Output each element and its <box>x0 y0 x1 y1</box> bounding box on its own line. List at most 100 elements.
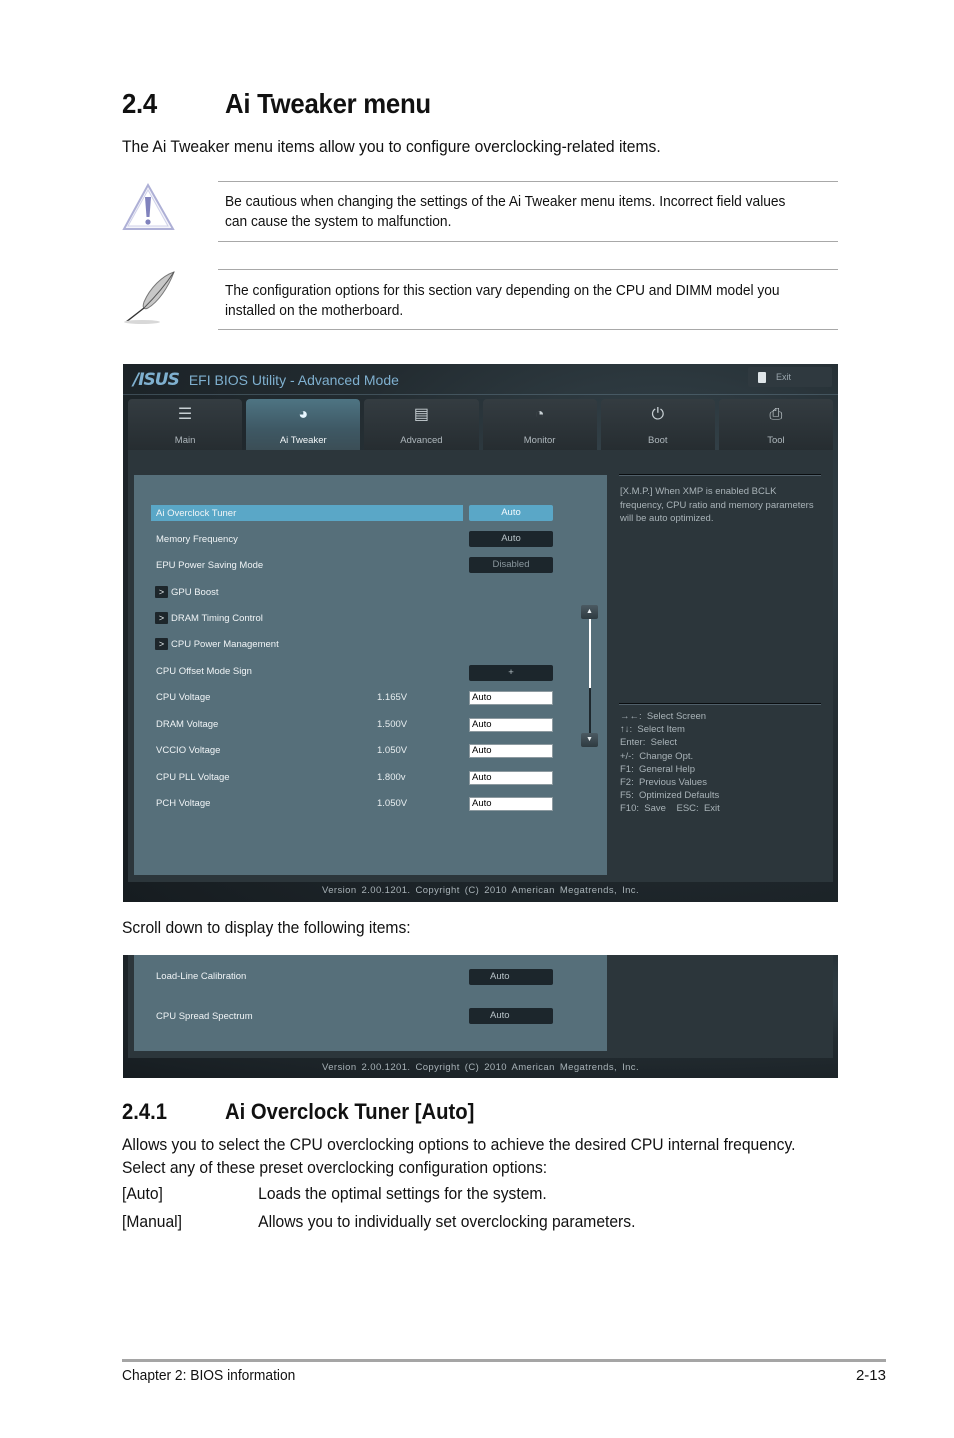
pch-voltage-input[interactable]: Auto <box>469 797 553 811</box>
tab-label: Boot <box>648 435 668 446</box>
bios-tab-bar: ☰ Main ◕ Ai Tweaker ▤ Advanced ◔ Monitor… <box>128 399 834 450</box>
scroll-down-button[interactable]: ▼ <box>581 733 598 747</box>
submenu-arrow-icon: > <box>155 612 168 624</box>
voltage-reading: 1.800v <box>377 771 406 783</box>
note-rule-bottom <box>218 241 838 242</box>
submenu-arrow-icon: > <box>155 586 168 598</box>
key-hint: ↑↓: Select Item <box>620 724 685 736</box>
info-note-text: The configuration options for this secti… <box>225 283 780 319</box>
submenu-arrow-icon: > <box>155 638 168 650</box>
option-description: Loads the optimal settings for the syste… <box>258 1184 547 1203</box>
item-label: CPU Power Management <box>171 638 279 650</box>
voltage-reading: 1.165V <box>377 691 408 703</box>
tool-icon: ⎙ <box>769 406 783 423</box>
cpu-spread-spectrum-value[interactable]: Auto <box>469 1008 553 1024</box>
footer-chapter: Chapter 2: BIOS information <box>122 1367 296 1384</box>
key-hint: F5: Optimized Defaults <box>620 790 720 802</box>
tab-monitor[interactable]: ◔ Monitor <box>482 399 597 450</box>
tab-label: Tool <box>767 435 785 446</box>
footer-rule <box>122 1359 886 1362</box>
voltage-reading: 1.500V <box>377 718 408 730</box>
item-label: CPU PLL Voltage <box>156 771 230 783</box>
bios-screenshot: /ISUS EFI BIOS Utility - Advanced Mode E… <box>123 364 838 902</box>
note-rule-top <box>218 181 838 182</box>
exit-door-icon <box>758 371 766 383</box>
help-divider <box>619 474 821 475</box>
scrollbar-thumb[interactable] <box>589 619 591 688</box>
option-row: [Auto] Loads the optimal settings for the… <box>122 1184 547 1204</box>
option-description: Allows you to individually set overclock… <box>258 1212 636 1231</box>
dram-voltage-input[interactable]: Auto <box>469 718 553 732</box>
voltage-reading: 1.050V <box>377 744 408 756</box>
key-hint: F1: General Help <box>620 763 695 775</box>
option-key: [Manual] <box>122 1212 182 1231</box>
item-label: Memory Frequency <box>156 533 238 545</box>
section-intro: The Ai Tweaker menu items allow you to c… <box>122 137 661 156</box>
note-rule-top <box>218 269 838 270</box>
item-label: CPU Offset Mode Sign <box>156 665 252 677</box>
tab-tool[interactable]: ⎙ Tool <box>718 399 834 450</box>
item-label: Ai Overclock Tuner <box>156 507 237 519</box>
item-cpu-power-management[interactable]: > CPU Power Management <box>151 636 561 652</box>
exit-button[interactable]: Exit <box>748 367 832 387</box>
item-dram-timing-control[interactable]: > DRAM Timing Control <box>151 610 561 626</box>
tab-advanced[interactable]: ▤ Advanced <box>364 399 479 450</box>
key-hint: →←: Select Screen <box>620 711 707 722</box>
tab-label: Main <box>174 435 196 446</box>
power-icon: ⏻ <box>651 406 665 423</box>
key-hint: +/-: Change Opt. <box>620 750 694 762</box>
cpu-voltage-input[interactable]: Auto <box>469 691 553 705</box>
tab-boot[interactable]: ⏻ Boot <box>600 399 715 450</box>
subsection-description: Allows you to select the CPU overclockin… <box>122 1135 796 1177</box>
bios-titlebar: /ISUS EFI BIOS Utility - Advanced Mode <box>133 369 399 391</box>
bios-title: EFI BIOS Utility - Advanced Mode <box>188 372 399 388</box>
bios-version-footer: Version 2.00.1201. Copyright (C) 2010 Am… <box>322 885 639 896</box>
warning-icon <box>122 182 176 237</box>
item-label: DRAM Voltage <box>156 718 219 730</box>
key-legend: →←: Select Screen ↑↓: Select Item Enter:… <box>620 710 820 816</box>
note-feather-icon <box>122 268 180 331</box>
cpu-pll-voltage-input[interactable]: Auto <box>469 771 553 785</box>
option-row: [Manual] Allows you to individually set o… <box>122 1212 635 1232</box>
item-label: EPU Power Saving Mode <box>156 559 264 571</box>
section-title: Ai Tweaker menu <box>225 88 431 119</box>
warning-note-text: Be cautious when changing the settings o… <box>225 194 786 230</box>
item-label: GPU Boost <box>171 586 219 598</box>
tab-main[interactable]: ☰ Main <box>128 399 243 450</box>
list-icon: ☰ <box>177 406 193 423</box>
item-label: CPU Spread Spectrum <box>156 1010 253 1022</box>
scroll-up-button[interactable]: ▲ <box>581 605 598 619</box>
help-text: [X.M.P.] When XMP is enabled BCLK freque… <box>620 486 814 524</box>
load-line-calibration-value[interactable]: Auto <box>469 969 553 985</box>
note-rule-bottom <box>218 329 838 330</box>
ai-overclock-tuner-value[interactable]: Auto <box>469 505 553 521</box>
item-label: DRAM Timing Control <box>171 612 263 624</box>
footer-page-number: 2-13 <box>855 1367 886 1384</box>
tab-ai-tweaker[interactable]: ◕ Ai Tweaker <box>246 399 361 450</box>
section-number: 2.4 <box>122 88 157 119</box>
vccio-voltage-input[interactable]: Auto <box>469 744 553 758</box>
titlebar-divider <box>123 394 838 395</box>
scroll-caption: Scroll down to display the following ite… <box>122 918 411 937</box>
cpu-offset-mode-sign-value[interactable]: + <box>469 665 553 681</box>
tab-label: Advanced <box>400 435 443 446</box>
key-hint: F2: Previous Values <box>620 777 707 789</box>
item-label: Load-Line Calibration <box>156 970 247 982</box>
settings-panel: Load-Line Calibration Auto CPU Spread Sp… <box>134 955 607 1051</box>
settings-panel: Ai Overclock Tuner Auto Memory Frequency… <box>134 475 607 875</box>
asus-logo: /ISUS <box>133 370 180 390</box>
item-gpu-boost[interactable]: > GPU Boost <box>151 584 561 600</box>
scrollbar-track[interactable] <box>589 688 591 734</box>
advanced-icon: ▤ <box>413 406 429 423</box>
subsection-number: 2.4.1 <box>122 1099 168 1124</box>
memory-frequency-value[interactable]: Auto <box>469 531 553 547</box>
bios-version-footer: Version 2.00.1201. Copyright (C) 2010 Am… <box>322 1062 639 1073</box>
section-heading: 2.4 Ai Tweaker menu <box>122 88 431 120</box>
item-label: PCH Voltage <box>156 797 211 809</box>
monitor-icon: ◔ <box>534 406 545 423</box>
item-label: VCCIO Voltage <box>156 744 221 756</box>
item-ai-overclock-tuner[interactable]: Ai Overclock Tuner <box>151 505 463 521</box>
ai-tweaker-icon: ◕ <box>298 406 309 423</box>
epu-power-saving-value[interactable]: Disabled <box>469 557 553 573</box>
bios-screenshot-scrolled: Load-Line Calibration Auto CPU Spread Sp… <box>123 955 838 1078</box>
